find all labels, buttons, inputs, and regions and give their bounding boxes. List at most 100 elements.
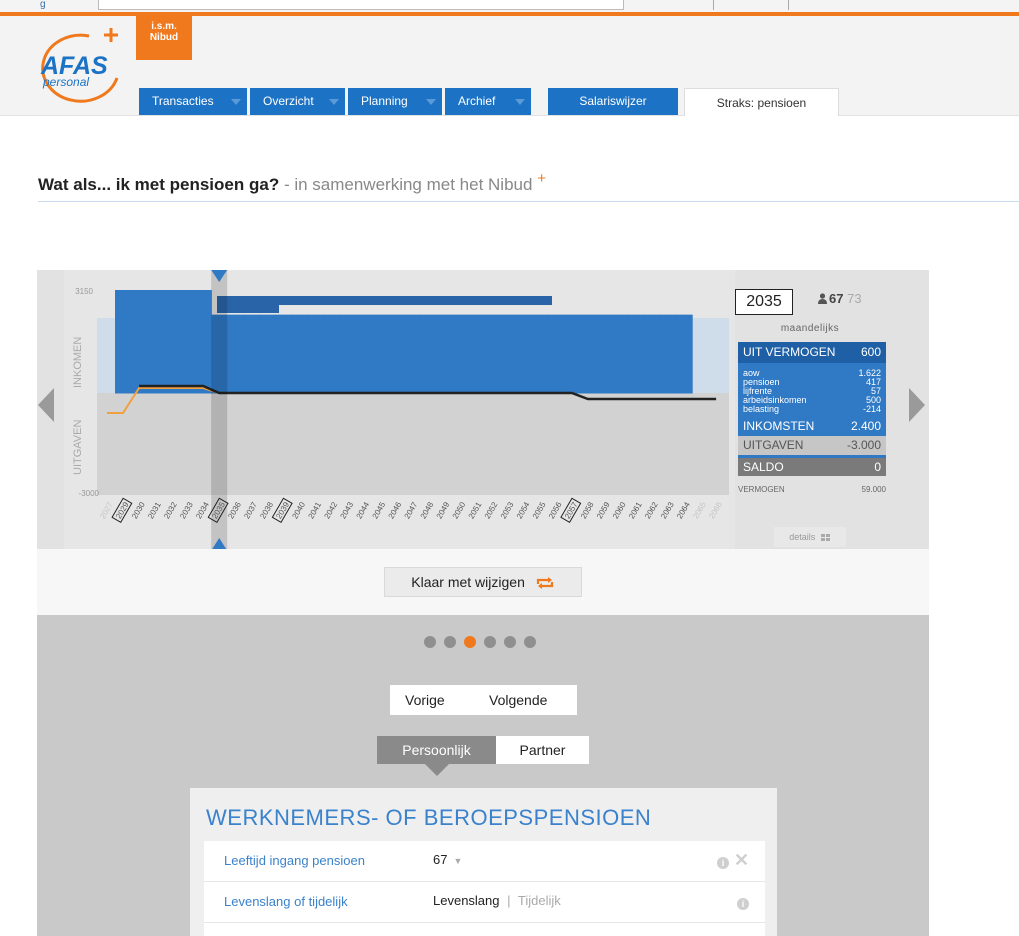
inkomsten-value: 2.400	[850, 419, 881, 433]
chevron-down-icon	[329, 99, 339, 105]
grid-icon	[820, 533, 830, 541]
option-separator: |	[507, 893, 511, 908]
tab-partner[interactable]: Partner	[496, 736, 589, 764]
page-title-main: Wat als... ik met pensioen ga?	[38, 175, 280, 194]
income-breakdown: UIT VERMOGEN 600 aow 1.622 pensioen 417 li…	[738, 342, 886, 475]
income-bar	[131, 290, 148, 394]
selected-year[interactable]: 2035	[735, 289, 793, 315]
details-label: details	[789, 532, 816, 542]
uitgaven-axis-label: UITGAVEN	[72, 420, 84, 475]
option-tijdelijk[interactable]: Tijdelijk	[518, 893, 561, 908]
income-bar	[259, 314, 276, 394]
badge-line: Nibud	[149, 32, 179, 43]
selection-pointer	[425, 764, 449, 776]
income-bar	[435, 314, 453, 394]
step-dot[interactable]	[444, 636, 456, 648]
income-bar	[451, 314, 469, 394]
income-bar	[387, 314, 405, 394]
tab-overzicht[interactable]: Overzicht	[250, 88, 345, 115]
info-icon[interactable]: i	[737, 898, 749, 910]
repeat-icon	[536, 577, 553, 590]
wizard-navigation: Vorige Volgende	[390, 685, 577, 715]
tab-label: Transacties	[152, 94, 214, 108]
income-bar	[291, 314, 308, 394]
income-bar	[147, 290, 164, 394]
income-bar	[483, 314, 501, 394]
income-bar	[163, 290, 180, 394]
next-year-arrow-icon[interactable]	[909, 388, 925, 422]
done-editing-button[interactable]: Klaar met wijzigen	[384, 567, 582, 597]
tab-planning[interactable]: Planning	[348, 88, 442, 115]
detail-value: -214	[862, 404, 881, 414]
form-row-next	[204, 923, 765, 936]
income-bar	[115, 290, 132, 394]
afas-logo[interactable]: AFAS personal	[31, 26, 121, 104]
y-min-label: -3000	[79, 489, 100, 498]
previous-year-arrow-icon[interactable]	[38, 388, 54, 422]
income-bar	[579, 314, 597, 394]
nibud-badge: i.s.m. Nibud	[136, 16, 192, 60]
age-self: 67	[829, 291, 844, 306]
income-bar	[403, 314, 421, 394]
step-dot[interactable]	[524, 636, 536, 648]
income-bar	[515, 314, 533, 394]
step-dot[interactable]	[464, 636, 476, 648]
income-bar	[627, 314, 645, 394]
uitgaven-row: UITGAVEN -3.000	[738, 436, 886, 455]
divider	[788, 0, 789, 10]
age-select[interactable]: 67 ▼	[433, 852, 462, 867]
income-bar	[339, 314, 357, 394]
age-select-value: 67	[433, 852, 448, 867]
income-bar	[644, 314, 661, 394]
duration-toggle: Levenslang | Tijdelijk	[433, 893, 561, 908]
tab-salariswijzer[interactable]: Salariswijzer	[548, 88, 678, 115]
ages: 67 73	[818, 291, 862, 306]
plus-icon: +	[537, 170, 546, 187]
caret-down-icon: ▼	[453, 856, 463, 866]
close-icon[interactable]: ✕	[734, 850, 749, 871]
uitgaven-label: UITGAVEN	[743, 438, 804, 452]
form-row-leeftijd: Leeftijd ingang pensioen 67 ▼ i ✕	[204, 841, 765, 882]
step-dot[interactable]	[504, 636, 516, 648]
tab-archief[interactable]: Archief	[445, 88, 531, 115]
vermogen-value: 59.000	[861, 485, 886, 494]
tab-label: Planning	[361, 94, 408, 108]
vermogen-label: VERMOGEN	[738, 485, 785, 494]
divider	[713, 0, 714, 10]
chevron-down-icon	[426, 99, 436, 105]
year-summary: 2035 67 73 maandelijks UIT VERMOGEN 600 …	[734, 285, 886, 549]
previous-button[interactable]: Vorige	[405, 685, 445, 715]
tab-label: Salariswijzer	[579, 94, 647, 108]
uit-vermogen-band	[217, 296, 552, 305]
income-bar	[179, 290, 196, 394]
person-icon	[818, 293, 827, 304]
done-editing-label: Klaar met wijzigen	[411, 574, 525, 590]
form-row-levenslang: Levenslang of tijdelijk Levenslang | Tij…	[204, 882, 765, 923]
step-dot[interactable]	[424, 636, 436, 648]
income-bar	[323, 314, 341, 394]
title-divider	[38, 201, 1019, 202]
uit-vermogen-value: 600	[860, 345, 881, 359]
chevron-down-icon	[515, 99, 525, 105]
next-button[interactable]: Volgende	[489, 685, 547, 715]
top-fragment: g	[40, 0, 46, 10]
inkomsten-label: INKOMSTEN	[743, 419, 815, 433]
page-title-sub: - in samenwerking met het Nibud	[279, 175, 533, 194]
detail-row: belasting -214	[743, 405, 881, 414]
step-dot[interactable]	[484, 636, 496, 648]
income-bar	[547, 314, 565, 394]
top-input[interactable]	[98, 0, 624, 10]
tab-transacties[interactable]: Transacties	[139, 88, 247, 115]
saldo-value: 0	[874, 460, 881, 474]
tab-straks-pensioen[interactable]: Straks: pensioen	[684, 88, 839, 116]
details-button[interactable]: details	[774, 527, 846, 547]
y-max-label: 3150	[75, 287, 93, 296]
uitgaven-value: -3.000	[846, 438, 881, 452]
income-bar	[307, 314, 325, 394]
option-levenslang[interactable]: Levenslang	[433, 893, 500, 908]
income-bar	[243, 314, 260, 394]
info-icon[interactable]: i	[717, 857, 729, 869]
form-title: WERKNEMERS- OF BEROEPSPENSIOEN	[206, 805, 652, 830]
income-bar	[611, 314, 629, 394]
tab-persoonlijk[interactable]: Persoonlijk	[377, 736, 496, 764]
